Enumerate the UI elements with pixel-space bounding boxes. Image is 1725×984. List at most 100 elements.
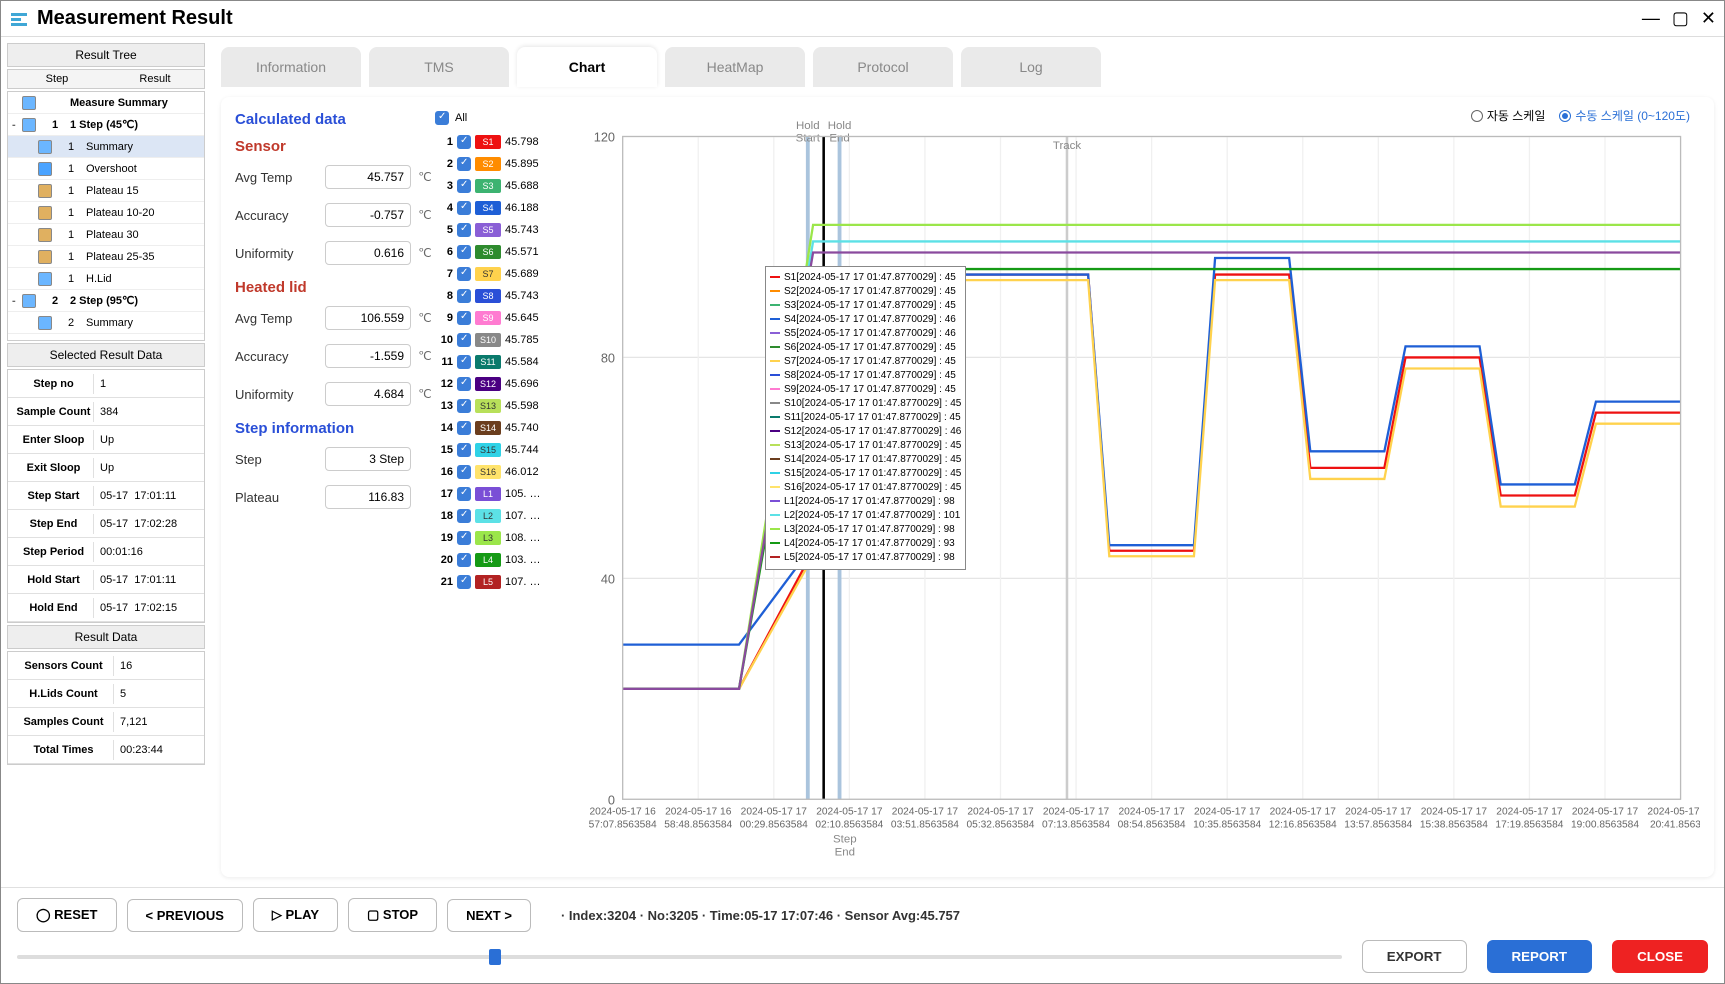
legend-item[interactable]: 6S645.571 (435, 241, 565, 263)
reset-button[interactable]: ◯ RESET (17, 898, 117, 932)
legend-item[interactable]: 2S245.895 (435, 153, 565, 175)
legend-checkbox[interactable] (457, 245, 471, 259)
tree-row[interactable]: -22 Step (95℃) (8, 290, 204, 312)
kv-row: H.Lids Count (8, 680, 204, 708)
tab-log[interactable]: Log (961, 47, 1101, 87)
tree-row[interactable]: 1Plateau 30 (8, 224, 204, 246)
kv-value[interactable] (98, 516, 200, 532)
legend-item[interactable]: 18L2107. … (435, 505, 565, 527)
kv-value[interactable] (118, 686, 200, 702)
slider-thumb[interactable] (489, 949, 501, 965)
legend-checkbox[interactable] (457, 267, 471, 281)
legend-checkbox[interactable] (457, 465, 471, 479)
tab-heatmap[interactable]: HeatMap (665, 47, 805, 87)
legend-checkbox[interactable] (457, 399, 471, 413)
legend-checkbox[interactable] (457, 531, 471, 545)
tab-chart[interactable]: Chart (517, 47, 657, 87)
legend-item[interactable]: 15S1545.744 (435, 439, 565, 461)
legend-checkbox[interactable] (457, 509, 471, 523)
legend-item[interactable]: 13S1345.598 (435, 395, 565, 417)
legend-item[interactable]: 11S1145.584 (435, 351, 565, 373)
legend-checkbox[interactable] (457, 553, 471, 567)
tab-protocol[interactable]: Protocol (813, 47, 953, 87)
legend-all-toggle[interactable]: ✓ All (435, 111, 565, 125)
legend-checkbox[interactable] (457, 157, 471, 171)
legend-item[interactable]: 21L5107. … (435, 571, 565, 593)
next-button[interactable]: NEXT > (447, 899, 531, 932)
tree-row[interactable]: 1Plateau 25-35 (8, 246, 204, 268)
legend-checkbox[interactable] (457, 135, 471, 149)
tree-row[interactable]: 1Overshoot (8, 158, 204, 180)
svg-text:2024-05-17 17: 2024-05-17 17 (892, 807, 959, 818)
scale-manual-radio[interactable]: 수동 스케일 (0~120도) (1559, 107, 1690, 124)
tree-row[interactable]: 1Plateau 10-20 (8, 202, 204, 224)
legend-item[interactable]: 20L4103. … (435, 549, 565, 571)
report-button[interactable]: REPORT (1487, 940, 1593, 973)
legend-item[interactable]: 3S345.688 (435, 175, 565, 197)
legend-item[interactable]: 12S1245.696 (435, 373, 565, 395)
kv-row: Samples Count (8, 708, 204, 736)
export-button[interactable]: EXPORT (1362, 940, 1467, 973)
legend-checkbox[interactable] (457, 179, 471, 193)
stop-button[interactable]: ▢ STOP (348, 898, 437, 932)
kv-value[interactable] (98, 572, 200, 588)
legend-item[interactable]: 1S145.798 (435, 131, 565, 153)
legend-checkbox[interactable] (457, 355, 471, 369)
legend-checkbox[interactable] (457, 377, 471, 391)
svg-text:05:32.8563584: 05:32.8563584 (966, 819, 1034, 830)
result-tree[interactable]: Measure Summary-11 Step (45℃)1Summary1Ov… (7, 91, 205, 341)
minimize-icon[interactable]: — (1642, 8, 1660, 29)
tree-row[interactable]: 1H.Lid (8, 268, 204, 290)
scale-auto-radio[interactable]: 자동 스케일 (1471, 107, 1546, 124)
legend-checkbox[interactable] (457, 421, 471, 435)
playback-slider[interactable] (17, 955, 1342, 959)
tab-information[interactable]: Information (221, 47, 361, 87)
kv-value[interactable] (98, 600, 200, 616)
kv-value[interactable] (98, 544, 200, 560)
calculated-data-title: Calculated data (235, 111, 435, 128)
tree-row[interactable]: 1Plateau 15 (8, 180, 204, 202)
kv-value[interactable] (118, 742, 200, 758)
kv-value[interactable] (118, 658, 200, 674)
legend-item[interactable]: 5S545.743 (435, 219, 565, 241)
maximize-icon[interactable]: ▢ (1672, 8, 1689, 29)
window-title: Measurement Result (37, 7, 1642, 30)
kv-value[interactable] (98, 376, 200, 392)
kv-value[interactable] (98, 404, 200, 420)
kv-value[interactable] (118, 714, 200, 730)
tree-row[interactable]: 1Summary (8, 136, 204, 158)
tree-row[interactable]: Measure Summary (8, 92, 204, 114)
close-icon[interactable]: ✕ (1701, 8, 1716, 29)
legend-item[interactable]: 17L1105. … (435, 483, 565, 505)
kv-value[interactable] (98, 460, 200, 476)
legend-item[interactable]: 8S845.743 (435, 285, 565, 307)
svg-text:2024-05-17 17: 2024-05-17 17 (1270, 807, 1337, 818)
titlebar: Measurement Result — ▢ ✕ (1, 1, 1724, 37)
play-button[interactable]: ▷ PLAY (253, 898, 338, 932)
legend-checkbox[interactable] (457, 289, 471, 303)
svg-text:80: 80 (601, 351, 615, 366)
legend-item[interactable]: 4S446.188 (435, 197, 565, 219)
legend-checkbox[interactable] (457, 575, 471, 589)
legend-item[interactable]: 7S745.689 (435, 263, 565, 285)
tree-row[interactable]: -11 Step (45℃) (8, 114, 204, 136)
kv-value[interactable] (98, 432, 200, 448)
legend-checkbox[interactable] (457, 201, 471, 215)
previous-button[interactable]: < PREVIOUS (127, 899, 243, 932)
legend-checkbox[interactable] (457, 443, 471, 457)
kv-value[interactable] (98, 488, 200, 504)
tree-row[interactable]: 2Summary (8, 312, 204, 334)
legend-checkbox[interactable] (457, 333, 471, 347)
legend-item[interactable]: 19L3108. … (435, 527, 565, 549)
kv-row: Enter Sloop (8, 426, 204, 454)
tab-tms[interactable]: TMS (369, 47, 509, 87)
legend-item[interactable]: 16S1646.012 (435, 461, 565, 483)
legend-checkbox[interactable] (457, 223, 471, 237)
legend-checkbox[interactable] (457, 311, 471, 325)
close-button[interactable]: CLOSE (1612, 940, 1708, 973)
legend-item[interactable]: 9S945.645 (435, 307, 565, 329)
chart-plot[interactable]: 040801202024-05-17 1657:07.85635842024-0… (565, 111, 1700, 863)
legend-item[interactable]: 14S1445.740 (435, 417, 565, 439)
legend-checkbox[interactable] (457, 487, 471, 501)
legend-item[interactable]: 10S1045.785 (435, 329, 565, 351)
